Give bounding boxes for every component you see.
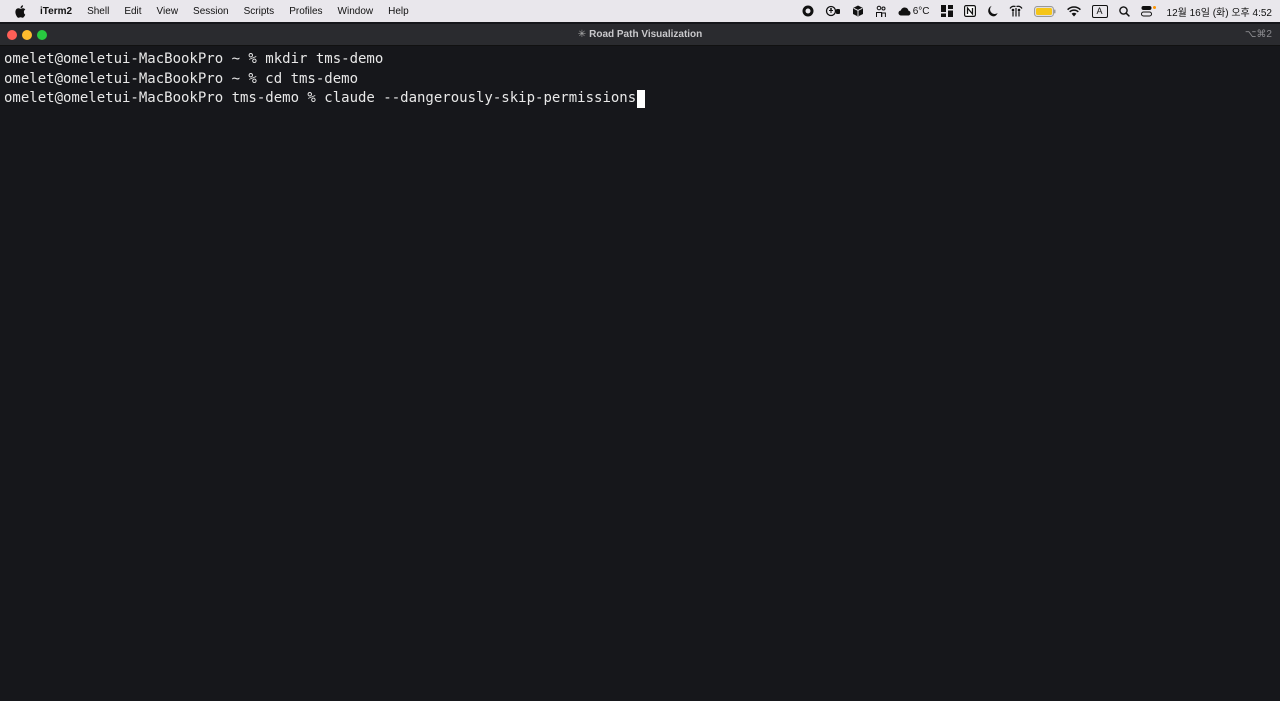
zoom-window-button[interactable] — [37, 30, 47, 40]
window-title: ✳ Road Path Visualization — [578, 29, 703, 40]
input-source-icon[interactable]: A — [1091, 0, 1108, 22]
moon-icon[interactable] — [987, 0, 998, 22]
menu-shell[interactable]: Shell — [87, 6, 109, 17]
traffic-lights — [7, 30, 52, 40]
menu-app-name[interactable]: iTerm2 — [40, 6, 72, 17]
menu-scripts[interactable]: Scripts — [244, 6, 275, 17]
window-shortcut-label: ⌥⌘2 — [1244, 29, 1272, 40]
control-center-icon[interactable] — [1140, 0, 1157, 22]
input-source-label: A — [1091, 4, 1108, 18]
search-icon[interactable] — [1118, 0, 1130, 22]
window-titlebar[interactable]: ✳ Road Path Visualization ⌥⌘2 — [0, 24, 1280, 46]
menubar-clock[interactable]: 12월 16일 (화) 오후 4:52 — [1167, 4, 1272, 19]
airdrop-icon[interactable] — [1009, 0, 1023, 22]
terminal-line: omelet@omeletui-MacBookPro ~ % cd tms-de… — [4, 70, 1280, 90]
terminal-line: omelet@omeletui-MacBookPro ~ % mkdir tms… — [4, 50, 1280, 70]
menu-view[interactable]: View — [157, 6, 179, 17]
people-icon[interactable] — [875, 0, 887, 22]
accessibility-icon[interactable] — [825, 0, 841, 22]
weather-temperature: 6°C — [912, 5, 930, 17]
record-icon[interactable] — [802, 0, 814, 22]
app-grid-icon[interactable] — [940, 0, 953, 22]
menu-help[interactable]: Help — [388, 6, 409, 17]
terminal-cursor — [637, 89, 646, 108]
terminal-line-text: omelet@omeletui-MacBookPro ~ % mkdir tms… — [4, 51, 384, 67]
terminal-session[interactable]: omelet@omeletui-MacBookPro ~ % mkdir tms… — [0, 47, 1280, 701]
battery-icon[interactable] — [1033, 0, 1056, 22]
menu-edit[interactable]: Edit — [124, 6, 141, 17]
activity-spark-icon: ✳ — [577, 29, 587, 40]
notion-icon[interactable] — [963, 0, 976, 22]
weather-icon[interactable]: 6°C — [898, 0, 930, 22]
minimize-window-button[interactable] — [22, 30, 32, 40]
terminal-line-text: omelet@omeletui-MacBookPro tms-demo % cl… — [4, 90, 637, 106]
window-title-text: Road Path Visualization — [589, 29, 703, 40]
menu-bar: iTerm2 Shell Edit View Session Scripts P… — [0, 0, 1280, 22]
package-icon[interactable] — [852, 0, 864, 22]
menu-profiles[interactable]: Profiles — [289, 6, 322, 17]
menu-window[interactable]: Window — [338, 6, 374, 17]
apple-icon[interactable] — [14, 4, 26, 18]
terminal-line-text: omelet@omeletui-MacBookPro ~ % cd tms-de… — [4, 70, 359, 87]
menu-session[interactable]: Session — [193, 6, 229, 17]
close-window-button[interactable] — [7, 30, 17, 40]
terminal-line: omelet@omeletui-MacBookPro tms-demo % cl… — [4, 89, 1280, 109]
wifi-icon[interactable] — [1066, 0, 1081, 22]
